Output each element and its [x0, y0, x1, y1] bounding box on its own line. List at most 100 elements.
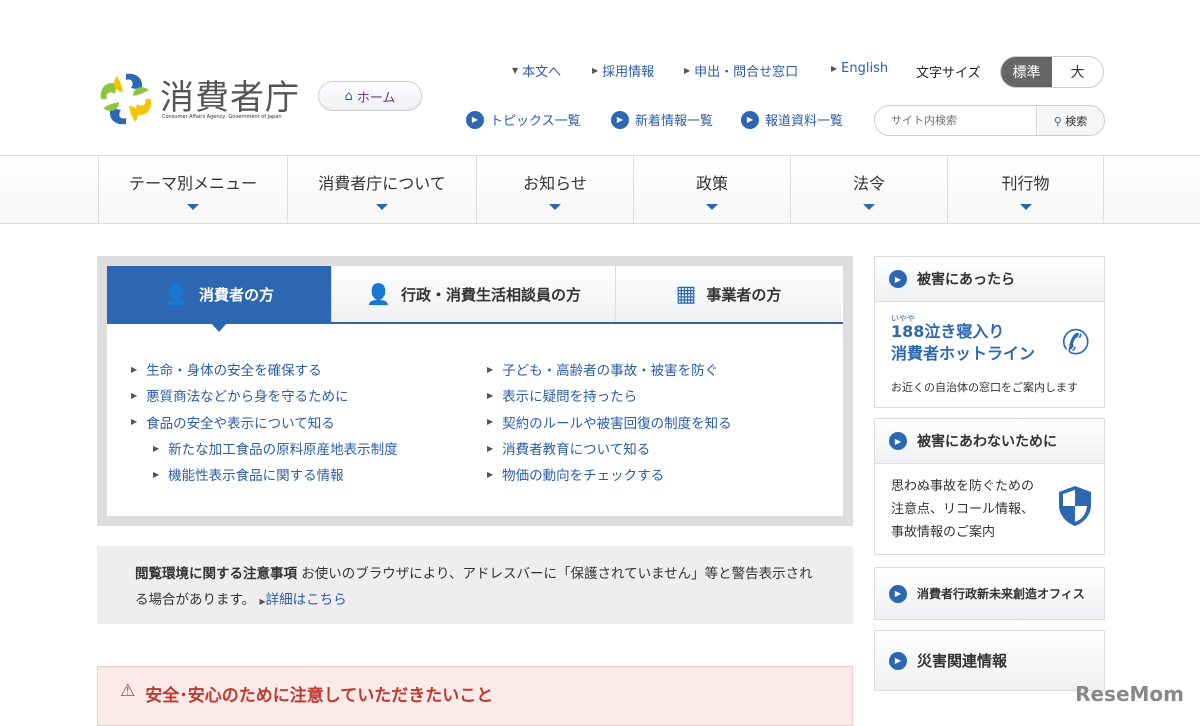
news-label: 新着情報一覧 [635, 114, 714, 129]
person-icon: 👤 [164, 282, 189, 306]
safety-warning[interactable]: ⚠ 安全･安心のために注意していただきたいこと [97, 666, 853, 726]
side-box-office[interactable]: ▶ 消費者行政新未来創造オフィス [874, 567, 1105, 620]
topics-link[interactable]: ▶ トピックス一覧 [466, 110, 581, 129]
caret-right-icon: ▶ [153, 443, 160, 453]
global-nav: テーマ別メニュー 消費者庁について お知らせ 政策 法令 刊行物 [0, 155, 1200, 224]
play-circle-icon: ▶ [741, 110, 759, 129]
list-link[interactable]: ▶ 新たな加工食品の原料原産地表示制度 [131, 435, 487, 461]
list-link-label: 生命・身体の安全を確保する [146, 363, 322, 380]
caret-right-icon: ▶ [131, 417, 138, 427]
tab-administration[interactable]: 👤 行政・消費生活相談員の方 [332, 266, 616, 322]
caret-right-icon: ▶ [487, 443, 494, 453]
side-box-title: 被害にあわないために [917, 434, 1057, 450]
font-standard-button[interactable]: 標準 [1001, 57, 1052, 87]
search-button[interactable]: ⚲ 検索 [1036, 106, 1104, 135]
play-circle-icon: ▶ [889, 270, 907, 288]
side-box-prevention[interactable]: ▶ 被害にあわないために 思わぬ事故を防ぐための注意点、リコール情報、事故情報のご… [874, 418, 1105, 555]
logo-text[interactable]: 消費者庁 [160, 70, 300, 119]
play-circle-icon: ▶ [889, 584, 907, 603]
list-link[interactable]: ▶ 物価の動向をチェックする [487, 461, 843, 487]
list-link-label: 契約のルールや被害回復の制度を知る [502, 415, 732, 432]
nav-policy[interactable]: 政策 [634, 156, 791, 224]
util-link-label: 申出・問合せ窓口 [694, 65, 799, 80]
nav-publications[interactable]: 刊行物 [948, 156, 1104, 224]
nav-label: お知らせ [523, 174, 587, 193]
list-link-label: 悪質商法などから身を守るために [146, 389, 349, 406]
home-label: ホーム [356, 90, 396, 106]
list-link-label: 物価の動向をチェックする [502, 468, 665, 485]
warning-title: 安全･安心のために注意していただきたいこと [145, 686, 494, 706]
caret-right-icon: ▶ [131, 364, 138, 374]
play-circle-icon: ▶ [889, 432, 907, 450]
caret-right-icon: ▶ [487, 390, 494, 400]
hotline-number: 188泣き寝入り [891, 322, 1005, 341]
caret-right-icon: ▶ [592, 66, 599, 75]
chevron-down-icon [706, 204, 718, 210]
list-link[interactable]: ▶ 子ども・高齢者の事故・被害を防ぐ [487, 356, 843, 382]
list-link[interactable]: ▶ 食品の安全や表示について知る [131, 409, 487, 435]
phone-icon: ✆ [1061, 323, 1091, 363]
building-icon: ▦ [675, 281, 697, 307]
caret-right-icon: ▶ [153, 469, 160, 479]
nav-label: テーマ別メニュー [128, 174, 257, 193]
side-box-disaster[interactable]: ▶ 災害関連情報 [874, 630, 1105, 691]
nav-notices[interactable]: お知らせ [477, 156, 634, 224]
tab-label: 事業者の方 [706, 285, 782, 304]
logo-subtitle: Consumer Affairs Agency, Government of J… [162, 114, 282, 120]
caret-right-icon: ▶ [831, 64, 838, 73]
notice-detail-link[interactable]: ▶詳細はこちら [259, 592, 346, 608]
caret-right-icon: ▶ [684, 66, 691, 75]
list-link-label: 子ども・高齢者の事故・被害を防ぐ [502, 363, 719, 380]
tab-consumers[interactable]: 👤 消費者の方 [107, 266, 332, 332]
list-link[interactable]: ▶ 機能性表示食品に関する情報 [131, 461, 487, 487]
chevron-down-icon [1019, 204, 1032, 210]
util-link-recruit[interactable]: ▶ 採用情報 [592, 61, 654, 80]
list-link[interactable]: ▶ 生命・身体の安全を確保する [131, 356, 487, 382]
play-circle-icon: ▶ [611, 110, 629, 129]
list-link-label: 食品の安全や表示について知る [146, 415, 335, 432]
search-button-label: 検索 [1065, 114, 1088, 128]
topics-label: トピックス一覧 [490, 114, 581, 129]
side-box-title: 消費者行政新未来創造オフィス [917, 587, 1085, 601]
play-circle-icon: ▶ [466, 110, 484, 129]
search-icon: ⚲ [1053, 114, 1062, 128]
side-box-damage[interactable]: ▶ 被害にあったら いやや 188泣き寝入り 消費者ホットライン ✆ お近くの自治体… [874, 256, 1105, 408]
browser-notice: 閲覧環境に関する注意事項 お使いのブラウザにより、アドレスバーに「保護されていま… [97, 546, 853, 624]
util-link-english[interactable]: ▶ English [831, 61, 888, 76]
util-link-label: English [841, 61, 889, 76]
press-link[interactable]: ▶ 報道資料一覧 [741, 110, 843, 129]
shield-icon [1059, 486, 1091, 526]
nav-label: 刊行物 [1001, 174, 1050, 193]
home-icon: ⌂ [344, 88, 353, 104]
chevron-down-icon [187, 204, 199, 210]
warning-icon: ⚠ [120, 681, 136, 701]
search-input[interactable] [875, 106, 1036, 135]
home-button[interactable]: ⌂ ホーム [318, 81, 422, 111]
font-size-label: 文字サイズ [916, 66, 981, 81]
nav-about[interactable]: 消費者庁について [288, 156, 477, 224]
util-link-main[interactable]: ▼ 本文へ [512, 61, 561, 80]
list-link-label: 表示に疑問を持ったら [502, 389, 638, 406]
nav-law[interactable]: 法令 [791, 156, 948, 224]
list-link[interactable]: ▶ 消費者教育について知る [487, 435, 843, 461]
left-link-list: ▶ 生命・身体の安全を確保する ▶ 悪質商法などから身を守るために ▶ 食品の安全や表… [131, 356, 487, 487]
font-large-button[interactable]: 大 [1052, 57, 1103, 87]
list-link[interactable]: ▶ 悪質商法などから身を守るために [131, 382, 487, 408]
caret-right-icon: ▶ [487, 417, 494, 427]
prevention-desc: 思わぬ事故を防ぐための注意点、リコール情報、事故情報のご案内 [891, 479, 1035, 540]
news-link[interactable]: ▶ 新着情報一覧 [611, 110, 713, 129]
list-link-label: 消費者教育について知る [502, 442, 651, 459]
util-link-contact[interactable]: ▶ 申出・問合せ窓口 [684, 61, 798, 80]
list-link[interactable]: ▶ 契約のルールや被害回復の制度を知る [487, 409, 843, 435]
hotline-desc: お近くの自治体の窓口をご案内します [891, 381, 1078, 394]
side-box-title: 被害にあったら [917, 272, 1015, 288]
list-link-label: 機能性表示食品に関する情報 [168, 468, 344, 485]
nav-label: 政策 [695, 174, 728, 193]
nav-theme-menu[interactable]: テーマ別メニュー [99, 156, 288, 224]
chevron-down-icon [376, 204, 388, 210]
list-link[interactable]: ▶ 表示に疑問を持ったら [487, 382, 843, 408]
person-suit-icon: 👤 [366, 282, 391, 306]
press-label: 報道資料一覧 [765, 114, 844, 129]
util-link-label: 本文へ [522, 65, 562, 80]
tab-business[interactable]: ▦ 事業者の方 [616, 266, 841, 322]
